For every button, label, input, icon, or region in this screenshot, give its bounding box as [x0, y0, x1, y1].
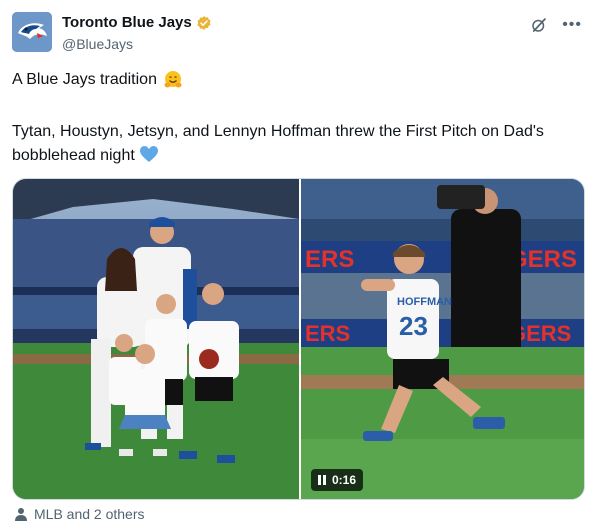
first-pitch-video-frame: ERS GERS ERS GERS HOFFMAN 23 — [301, 179, 584, 499]
grok-icon[interactable] — [530, 16, 548, 34]
blue-jays-logo-icon — [12, 12, 52, 52]
avatar[interactable] — [12, 12, 52, 52]
first-pitch-video[interactable]: ERS GERS ERS GERS HOFFMAN 23 0:16 — [301, 179, 584, 499]
tagged-users[interactable]: MLB and 2 others — [14, 506, 145, 522]
verified-badge-icon[interactable] — [196, 15, 212, 31]
display-name[interactable]: Toronto Blue Jays — [62, 14, 192, 31]
blue-heart-emoji-icon — [139, 146, 158, 162]
video-duration: 0:16 — [332, 473, 357, 487]
family-photo-image — [13, 179, 299, 499]
svg-text:ERS: ERS — [305, 321, 350, 346]
jersey-name-text: HOFFMAN — [397, 296, 452, 308]
video-duration-badge[interactable]: 0:16 — [311, 469, 364, 491]
post-text-line-2: Tytan, Houstyn, Jetsyn, and Lennyn Hoffm… — [12, 120, 582, 168]
more-options-icon[interactable]: ••• — [562, 17, 582, 33]
media-grid: ERS GERS ERS GERS HOFFMAN 23 0:16 — [12, 178, 585, 500]
post-text-tradition: A Blue Jays tradition — [12, 71, 157, 88]
post-text-line-1: A Blue Jays tradition — [12, 70, 183, 90]
post-header: Toronto Blue Jays @BlueJays ••• — [12, 10, 588, 56]
jersey-number-text: 23 — [399, 311, 428, 341]
pause-icon[interactable] — [318, 475, 326, 485]
svg-text:ERS: ERS — [305, 246, 354, 273]
tagged-label: MLB and 2 others — [34, 506, 145, 522]
hugging-face-emoji-icon — [164, 71, 182, 88]
handle[interactable]: @BlueJays — [62, 36, 133, 52]
family-photo[interactable] — [13, 179, 299, 499]
person-icon — [15, 508, 27, 521]
post-text-first-pitch: Tytan, Houstyn, Jetsyn, and Lennyn Hoffm… — [12, 123, 544, 164]
